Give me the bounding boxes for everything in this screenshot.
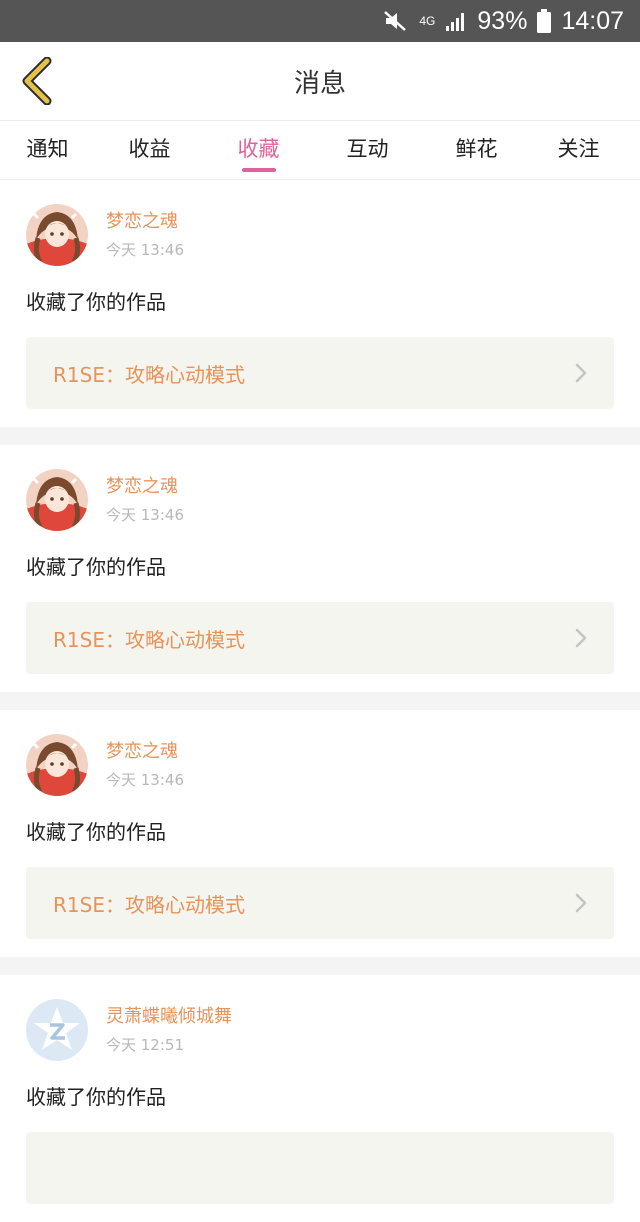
chevron-right-icon [575, 363, 587, 383]
action-text: 收藏了你的作品 [26, 1085, 166, 1109]
app-header: 消息 [0, 42, 640, 121]
clock: 14:07 [561, 6, 624, 35]
action-text: 收藏了你的作品 [26, 820, 166, 844]
network-type: 4G [419, 14, 436, 28]
anime-girl-avatar-icon [26, 469, 88, 531]
tab-interactions[interactable]: 互动 [313, 121, 422, 163]
message-card: 梦恋之魂 今天 13:46 收藏了你的作品 R1SE：攻略心动模式 [0, 180, 640, 427]
status-bar: 4G 93% 14:07 [0, 0, 640, 42]
action-text: 收藏了你的作品 [26, 290, 166, 314]
mute-icon [383, 10, 409, 32]
anime-girl-avatar-icon [26, 734, 88, 796]
message-card: 梦恋之魂 今天 13:46 收藏了你的作品 R1SE：攻略心动模式 [0, 445, 640, 692]
tab-follows[interactable]: 关注 [531, 121, 626, 163]
username[interactable]: 灵萧蝶曦倾城舞 [106, 1006, 232, 1028]
avatar[interactable] [26, 999, 88, 1061]
chevron-right-icon [575, 893, 587, 913]
battery-percent: 93% [477, 6, 528, 35]
signal-icon [445, 10, 467, 32]
tab-bar: 通知 收益 收藏 互动 鲜花 关注 [0, 121, 640, 180]
tab-flowers[interactable]: 鲜花 [422, 121, 531, 163]
work-title: R1SE：攻略心动模式 [53, 892, 245, 917]
user-meta: 梦恋之魂 今天 13:46 [106, 741, 184, 790]
work-link[interactable]: R1SE：攻略心动模式 [26, 602, 614, 674]
default-star-avatar-icon [26, 999, 88, 1061]
user-meta: 灵萧蝶曦倾城舞 今天 12:51 [106, 1006, 232, 1055]
message-card: 灵萧蝶曦倾城舞 今天 12:51 收藏了你的作品 [0, 975, 640, 1222]
chevron-right-icon [575, 628, 587, 648]
anime-girl-avatar-icon [26, 204, 88, 266]
tab-favorites[interactable]: 收藏 [204, 121, 313, 172]
user-row: 梦恋之魂 今天 13:46 [26, 204, 614, 266]
work-link[interactable] [26, 1132, 614, 1204]
timestamp: 今天 13:46 [106, 240, 184, 259]
timestamp: 今天 13:46 [106, 505, 184, 524]
message-list: 梦恋之魂 今天 13:46 收藏了你的作品 R1SE：攻略心动模式 梦恋之魂 今… [0, 180, 640, 1222]
username[interactable]: 梦恋之魂 [106, 741, 184, 763]
username[interactable]: 梦恋之魂 [106, 211, 184, 233]
action-text: 收藏了你的作品 [26, 555, 166, 579]
user-row: 梦恋之魂 今天 13:46 [26, 734, 614, 796]
timestamp: 今天 12:51 [106, 1035, 184, 1054]
chevron-left-icon [22, 57, 52, 105]
timestamp: 今天 13:46 [106, 770, 184, 789]
tab-earnings[interactable]: 收益 [95, 121, 204, 163]
user-meta: 梦恋之魂 今天 13:46 [106, 211, 184, 260]
message-card: 梦恋之魂 今天 13:46 收藏了你的作品 R1SE：攻略心动模式 [0, 710, 640, 957]
battery-icon [537, 9, 552, 33]
avatar[interactable] [26, 734, 88, 796]
user-row: 灵萧蝶曦倾城舞 今天 12:51 [26, 999, 614, 1061]
user-row: 梦恋之魂 今天 13:46 [26, 469, 614, 531]
work-title: R1SE：攻略心动模式 [53, 627, 245, 652]
user-meta: 梦恋之魂 今天 13:46 [106, 476, 184, 525]
username[interactable]: 梦恋之魂 [106, 476, 184, 498]
work-link[interactable]: R1SE：攻略心动模式 [26, 867, 614, 939]
network-arrows-icon: 4G [419, 15, 435, 27]
back-button[interactable] [14, 56, 58, 106]
work-title: R1SE：攻略心动模式 [53, 362, 245, 387]
page-title: 消息 [293, 68, 346, 99]
work-link[interactable]: R1SE：攻略心动模式 [26, 337, 614, 409]
avatar[interactable] [26, 469, 88, 531]
tab-notifications[interactable]: 通知 [0, 121, 95, 163]
avatar[interactable] [26, 204, 88, 266]
